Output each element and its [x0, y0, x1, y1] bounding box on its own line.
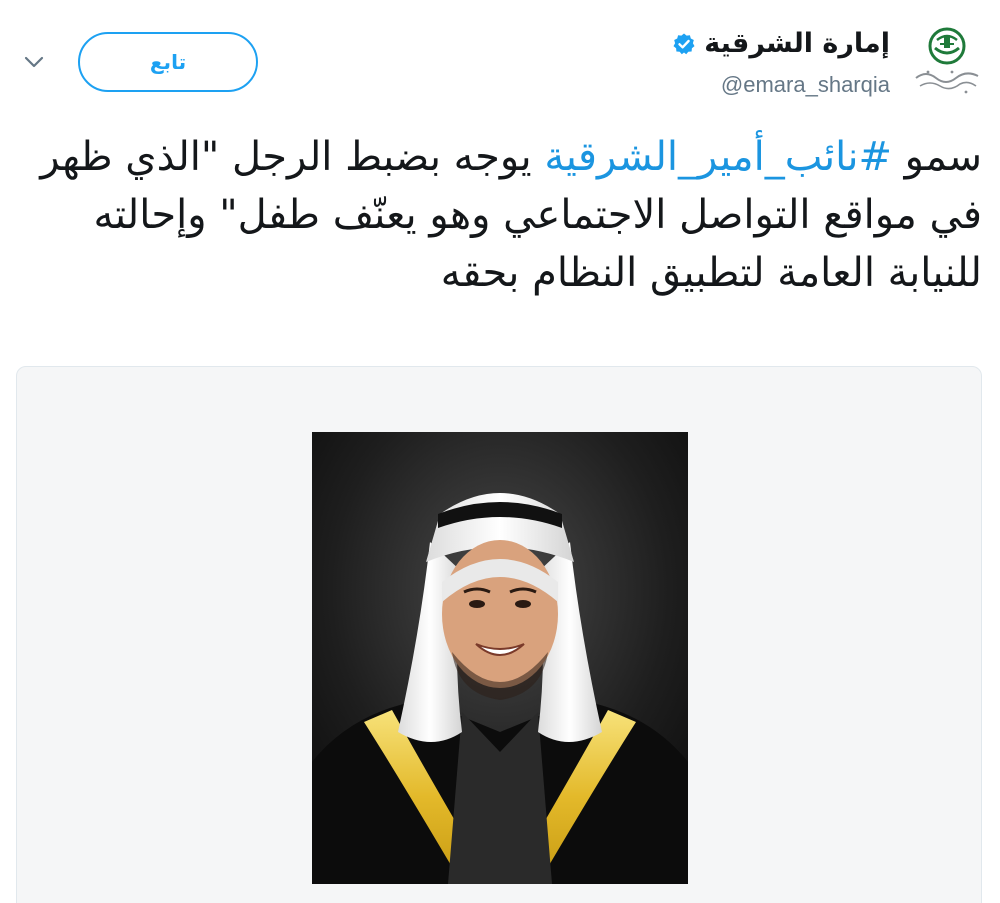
- hashtag-link[interactable]: #نائب_أمير_الشرقية: [544, 134, 892, 180]
- account-name-row[interactable]: إمارة الشرقية: [672, 28, 890, 59]
- verified-badge-icon: [673, 33, 695, 54]
- tweet-text-start: سمو: [891, 134, 982, 180]
- emirate-emblem-logo[interactable]: [906, 22, 988, 102]
- account-handle[interactable]: @emara_sharqia: [721, 72, 890, 98]
- tweet-text: سمو #نائب_أمير_الشرقية يوجه بضبط الرجل "…: [22, 128, 982, 302]
- tweet-header: تابع إمارة الشرقية @emara_sharqia: [0, 0, 1000, 110]
- portrait-photo[interactable]: [312, 432, 688, 884]
- chevron-down-icon[interactable]: [18, 48, 50, 76]
- account-name[interactable]: إمارة الشرقية: [704, 28, 890, 59]
- follow-button[interactable]: تابع: [78, 32, 258, 92]
